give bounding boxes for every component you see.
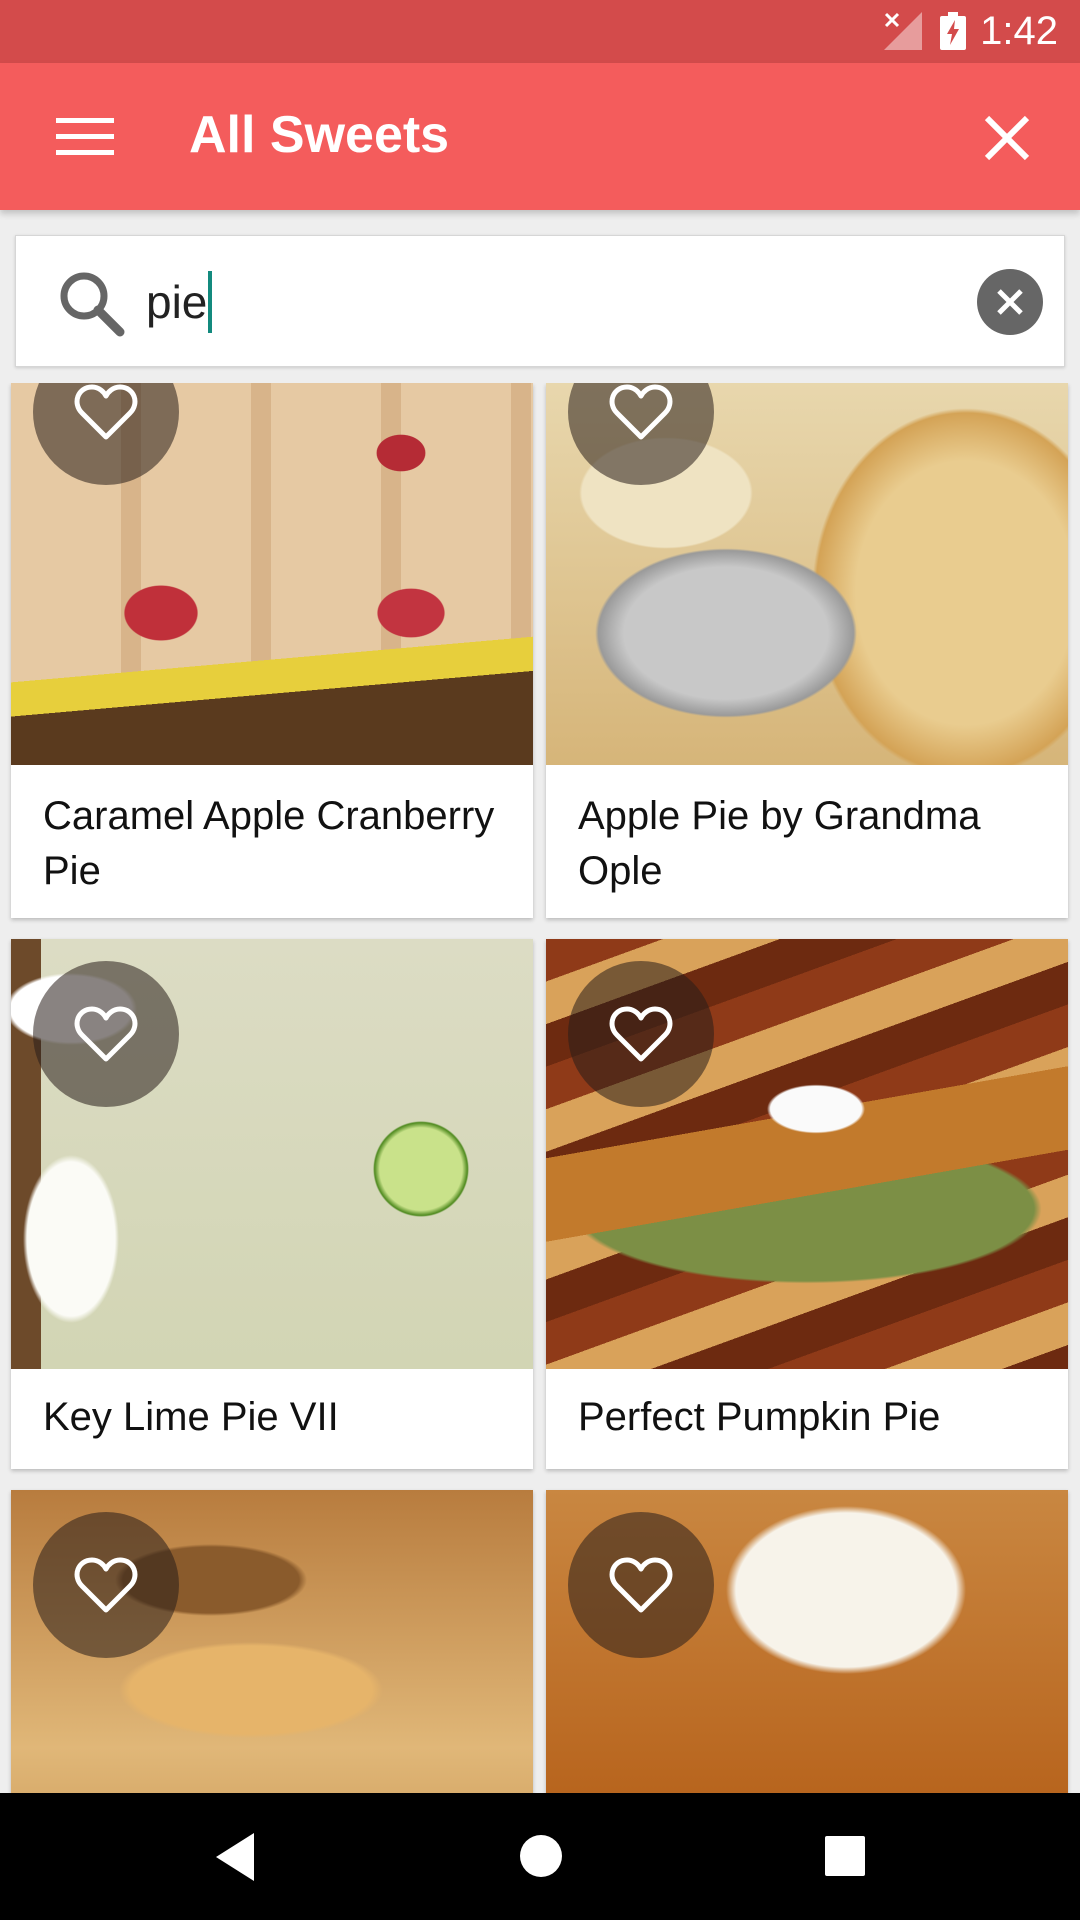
app-bar: All Sweets [0, 63, 1080, 210]
heart-outline-icon [609, 384, 673, 440]
close-icon[interactable] [972, 103, 1042, 173]
clear-search-icon[interactable] [977, 269, 1043, 335]
search-bar: pie [15, 235, 1065, 367]
search-icon [60, 272, 125, 337]
search-input[interactable]: pie [146, 266, 946, 338]
heart-outline-icon [609, 1557, 673, 1613]
favorite-button[interactable] [33, 961, 179, 1107]
favorite-button[interactable] [568, 1512, 714, 1658]
recipe-title: Caramel Apple Cranberry Pie [43, 794, 495, 893]
menu-icon[interactable] [48, 107, 122, 167]
favorite-button[interactable] [33, 1512, 179, 1658]
recipe-title: Key Lime Pie VII [43, 1395, 339, 1439]
favorite-button[interactable] [568, 961, 714, 1107]
search-query: pie [146, 276, 208, 328]
heart-outline-icon [74, 1006, 138, 1062]
back-icon[interactable] [212, 1831, 262, 1883]
text-caret [208, 271, 213, 333]
status-bar: 1:42 [0, 0, 1080, 63]
heart-outline-icon [74, 1557, 138, 1613]
recipe-title: Apple Pie by Grandma Ople [578, 794, 981, 893]
recipe-grid: Caramel Apple Cranberry Pie Apple Pie by… [0, 383, 1080, 1793]
home-icon[interactable] [518, 1833, 564, 1879]
navigation-bar [0, 1793, 1080, 1920]
signal-icon [884, 12, 922, 50]
recipe-title: Perfect Pumpkin Pie [578, 1395, 941, 1439]
recents-icon[interactable] [824, 1835, 866, 1877]
page-title: All Sweets [189, 106, 450, 164]
status-clock: 1:42 [980, 9, 1058, 53]
heart-outline-icon [609, 1006, 673, 1062]
heart-outline-icon [74, 384, 138, 440]
battery-charging-icon [940, 12, 966, 50]
screen: 1:42 All Sweets pie Caramel Apple Cranbe… [0, 0, 1080, 1920]
